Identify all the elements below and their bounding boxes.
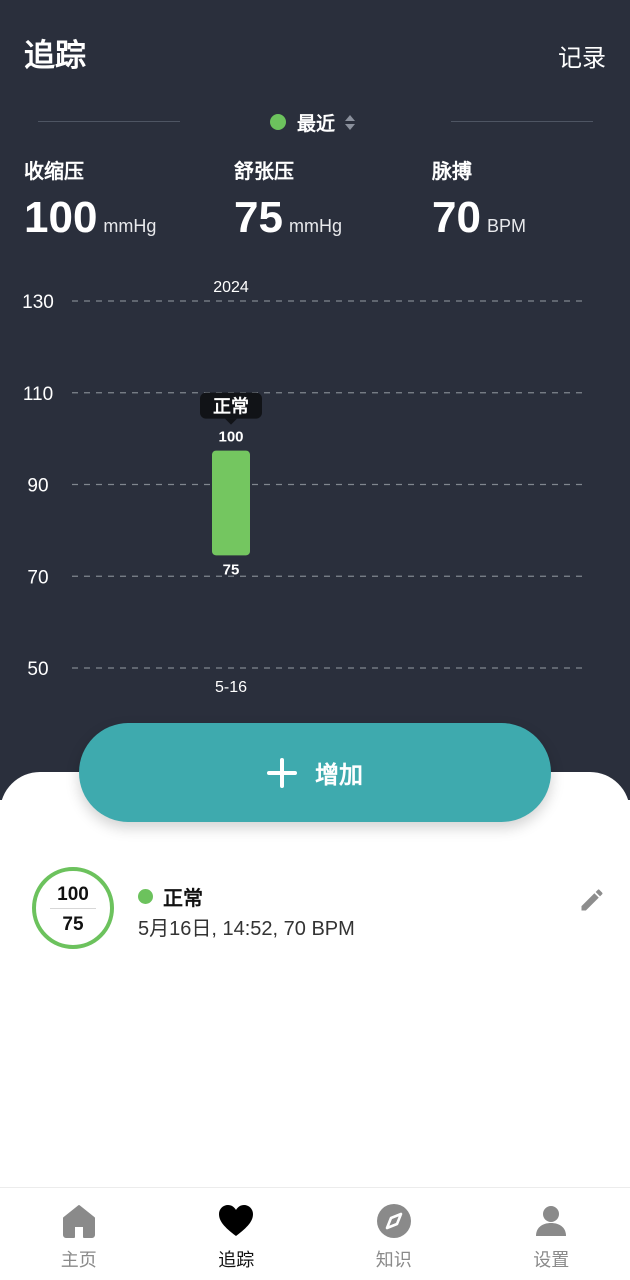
pulse-stat: 脉搏 70 BPM (432, 155, 526, 242)
y-tick-label: 50 (27, 659, 48, 680)
nav-home-label: 主页 (60, 1250, 97, 1270)
page-title: 追踪 (24, 38, 86, 73)
entry-status-dot (138, 889, 153, 904)
filter-label: 最近 (297, 113, 336, 135)
systolic-unit: mmHg (103, 216, 157, 236)
bottom-navigation: 主页 追踪 知识 设置 (0, 1187, 630, 1280)
nav-tracking-label: 追踪 (218, 1250, 255, 1270)
x-top-label: 2024 (213, 279, 249, 296)
diastolic-label: 舒张压 (234, 161, 294, 183)
add-button-label: 增加 (315, 762, 363, 789)
record-button[interactable]: 记录 (558, 38, 606, 73)
nav-knowledge-label: 知识 (375, 1250, 412, 1270)
home-icon (62, 1205, 95, 1238)
pulse-label: 脉搏 (432, 161, 472, 183)
systolic-label: 收缩压 (24, 161, 84, 183)
status-tooltip-pointer (225, 418, 237, 425)
compass-icon (376, 1204, 411, 1238)
bar-high-label: 100 (218, 429, 243, 446)
y-tick-label: 70 (27, 567, 48, 588)
nav-knowledge[interactable]: 知识 (315, 1188, 473, 1280)
pulse-value: 70 (432, 193, 481, 242)
record-list-item[interactable]: 100 75 正常 5月16日, 14:52, 70 BPM (0, 862, 630, 958)
diastolic-stat: 舒张压 75 mmHg (234, 155, 342, 242)
edit-pencil-icon[interactable] (578, 886, 606, 914)
reading-ring: 100 75 (32, 867, 114, 949)
entry-status: 正常 (138, 882, 203, 911)
user-icon (536, 1206, 567, 1236)
nav-settings[interactable]: 设置 (473, 1188, 630, 1280)
diastolic-value: 75 (234, 193, 283, 242)
bar-low-label: 75 (223, 561, 240, 578)
divider-right (451, 121, 593, 122)
nav-settings-label: 设置 (533, 1250, 570, 1270)
range-bar (212, 450, 250, 556)
status-tooltip-label: 正常 (213, 396, 249, 417)
tracking-header-panel: 追踪 记录 最近 收缩压 100 mmHg 舒张压 75 mmHg 脉搏 70 BPM… (0, 0, 630, 800)
systolic-stat: 收缩压 100 mmHg (24, 155, 156, 242)
systolic-value: 100 (24, 193, 98, 242)
records-sheet (0, 772, 630, 1192)
time-filter-dropdown[interactable]: 最近 (270, 108, 356, 136)
entry-status-label: 正常 (163, 888, 203, 910)
entry-systolic: 100 (57, 884, 89, 905)
entry-detail: 5月16日, 14:52, 70 BPM (138, 918, 355, 940)
y-tick-label: 110 (23, 384, 53, 405)
blood-pressure-chart: 130 110 90 70 50 2024 100 75 正常 5-16 (22, 279, 583, 696)
divider-left (38, 121, 180, 122)
nav-tracking[interactable]: 追踪 (158, 1188, 316, 1280)
ring-divider (50, 908, 96, 909)
pulse-unit: BPM (486, 216, 526, 236)
entry-diastolic: 75 (62, 914, 84, 935)
nav-home[interactable]: 主页 (0, 1188, 158, 1280)
sort-arrows-icon (345, 114, 356, 130)
add-record-button[interactable]: 增加 (79, 723, 551, 822)
heart-icon (219, 1205, 254, 1236)
y-tick-label: 90 (27, 476, 48, 497)
diastolic-unit: mmHg (288, 216, 342, 236)
plus-icon (267, 757, 297, 788)
x-tick-label: 5-16 (215, 679, 247, 696)
filter-status-dot (270, 114, 286, 130)
y-tick-label: 130 (22, 292, 54, 313)
